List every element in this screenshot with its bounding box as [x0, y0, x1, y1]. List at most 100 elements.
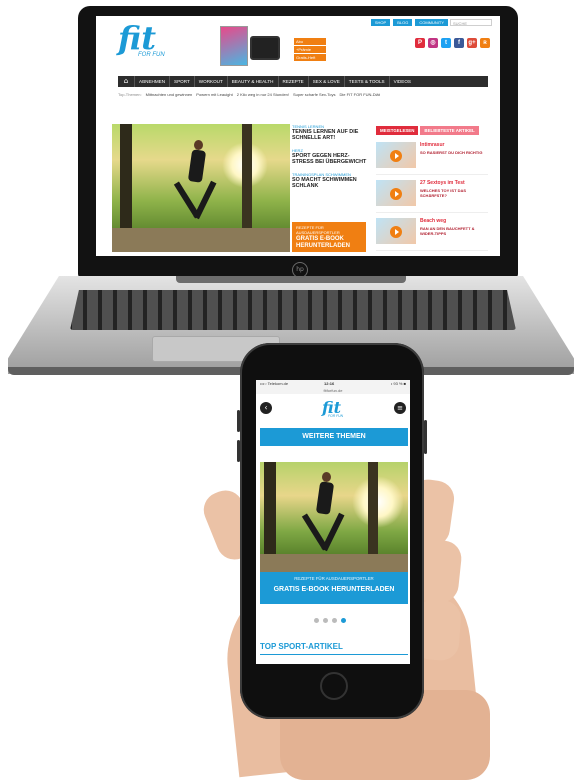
logo-tagline: FOR FUN: [138, 52, 165, 58]
section-divider: [260, 654, 408, 655]
home-icon[interactable]: ⌂: [118, 76, 134, 87]
runner-figure: [187, 149, 207, 183]
pinterest-icon[interactable]: P: [415, 38, 425, 48]
site-logo[interactable]: fit FOR FUN: [118, 22, 188, 62]
topics-label: Top-Themen:: [118, 92, 142, 97]
runner-figure: [321, 512, 345, 552]
nav-item[interactable]: BEAUTY & HEALTH: [226, 76, 278, 87]
article-tab[interactable]: BELIEBTESTE ARTIKEL: [420, 126, 479, 135]
topic-link[interactable]: Powern mit Leauight: [196, 92, 232, 97]
url-bar[interactable]: fitforfun.de: [256, 388, 410, 394]
phone-side-button: [237, 410, 240, 432]
promo-tag: Abo: [294, 38, 326, 45]
runner-figure: [315, 481, 335, 515]
article-title: Beach weg: [420, 218, 447, 224]
carousel-dot[interactable]: [341, 618, 346, 623]
carousel-dot[interactable]: [332, 618, 337, 623]
topic-link[interactable]: Mittnachten und gewinnen: [146, 92, 193, 97]
clock-label: 12:16: [324, 381, 335, 386]
article-thumbnail: [376, 142, 416, 168]
promo-tag: +Prämie: [294, 46, 326, 53]
article-title: 27 Sextoys im Test: [420, 180, 465, 186]
more-topics-button[interactable]: WEITERE THEMEN: [260, 428, 408, 446]
ebook-title: GRATIS E-BOOK HERUNTERLADEN: [296, 236, 350, 249]
nav-item[interactable]: VIDEOS: [388, 76, 415, 87]
nav-item[interactable]: SPORT: [169, 76, 194, 87]
teaser-title: TENNIS LERNEN AUF DIE SCHNELLE ART!: [292, 129, 359, 141]
topic-link[interactable]: Die FIT FOR FUN-Diät: [339, 92, 379, 97]
phone-home-button: [320, 672, 348, 700]
phone-hero-image-runner[interactable]: [260, 462, 408, 574]
hero-image-runner[interactable]: [112, 124, 290, 252]
phone-side-button: [424, 420, 427, 454]
nav-item[interactable]: SEX & LOVE: [307, 76, 344, 87]
article-list: Intimrasur SO RASIERST DU DICH RICHTIG 27 …: [376, 140, 488, 254]
instagram-icon[interactable]: ◎: [428, 38, 438, 48]
battery-label: • 93 % ■: [390, 381, 406, 386]
rss-icon[interactable]: ʀ: [480, 38, 490, 48]
article-subtitle: SO RASIERST DU DICH RICHTIG: [420, 150, 483, 155]
teaser-item[interactable]: TRAININGSPLAN SCHWIMMEN SO MACHT SCHWIMM…: [292, 172, 368, 189]
runner-figure: [322, 472, 331, 482]
article-subtitle: WELCHES TOY IST DAS SCHÄRFSTE?: [420, 188, 467, 198]
runner-figure: [194, 140, 203, 150]
play-icon[interactable]: [390, 188, 402, 200]
play-icon[interactable]: [390, 150, 402, 162]
promo-tag: Gratis-Heft: [294, 54, 326, 61]
topic-link[interactable]: 2 Kilo weg in nur 24 Stunden!: [237, 92, 289, 97]
twitter-icon[interactable]: t: [441, 38, 451, 48]
section-title: TOP SPORT-ARTIKEL: [260, 642, 343, 651]
main-nav: ⌂ ABNEHMEN SPORT WORKOUT BEAUTY & HEALTH REZ…: [118, 76, 488, 87]
nav-item[interactable]: REZEPTE: [277, 76, 308, 87]
article-thumbnail: [376, 180, 416, 206]
status-bar: •••○ Telekom.de 12:16 • 93 % ■: [256, 380, 410, 388]
ebook-subtitle: REZEPTE FÜR AUSDAUERSPORTLER: [294, 576, 374, 581]
teaser-title: SPORT GEGEN HERZ-STRESS BEI ÜBERGEWICHT: [292, 153, 367, 165]
top-link-blog[interactable]: BLOG: [393, 19, 413, 26]
top-link-shop[interactable]: SHOP: [370, 19, 391, 26]
carousel-dots: [314, 618, 346, 623]
tablet-image: [250, 36, 280, 60]
ebook-download-banner[interactable]: REZEPTE FÜR AUSDAUERSPORTLER GRATIS E-BO…: [292, 222, 366, 252]
top-link-community[interactable]: COMMUNITY: [415, 19, 448, 26]
phone-logo-tagline: FOR FUN: [328, 414, 344, 418]
article-tabs: MEISTGELESEN BELIEBTESTE ARTIKEL: [376, 126, 479, 135]
site-search-input[interactable]: SUCHE: [450, 19, 492, 26]
laptop-keyboard: [70, 290, 516, 330]
ebook-title: GRATIS E-BOOK HERUNTERLADEN: [273, 586, 395, 593]
phone-ebook-banner[interactable]: REZEPTE FÜR AUSDAUERSPORTLER GRATIS E-BO…: [260, 572, 408, 604]
teaser-item[interactable]: TENNIS LERNEN TENNIS LERNEN AUF DIE SCHN…: [292, 124, 368, 141]
facebook-icon[interactable]: f: [454, 38, 464, 48]
magazine-cover-image[interactable]: [220, 26, 248, 66]
hamburger-menu-icon[interactable]: ≡: [394, 402, 406, 414]
article-item[interactable]: Beach weg RAN AN DEN BAUCHFETT & WIDER-TI…: [376, 216, 488, 251]
abo-promo[interactable]: Abo +Prämie Gratis-Heft: [294, 38, 326, 62]
article-title: Intimrasur: [420, 142, 445, 148]
carrier-label: •••○ Telekom.de: [260, 381, 289, 386]
park-path: [260, 554, 408, 574]
play-icon[interactable]: [390, 226, 402, 238]
sun-glow: [352, 476, 404, 528]
top-links: SHOP BLOG COMMUNITY: [370, 19, 448, 26]
logo-wordmark: fit: [118, 19, 157, 57]
laptop-screen: SHOP BLOG COMMUNITY SUCHE fit FOR FUN Ab…: [96, 16, 500, 256]
carousel-dot[interactable]: [323, 618, 328, 623]
nav-item[interactable]: TESTS & TOOLS: [343, 76, 389, 87]
phone-screen: •••○ Telekom.de 12:16 • 93 % ■ fitforfun…: [256, 380, 410, 664]
article-item[interactable]: 27 Sextoys im Test WELCHES TOY IST DAS SC…: [376, 178, 488, 213]
nav-item[interactable]: WORKOUT: [193, 76, 227, 87]
google-plus-icon[interactable]: g+: [467, 38, 477, 48]
runner-figure: [193, 180, 217, 220]
topic-link[interactable]: Super scharfe Sex-Toys: [293, 92, 335, 97]
article-thumbnail: [376, 218, 416, 244]
top-topics-bar: Top-Themen: Mittnachten und gewinnen Power…: [118, 92, 380, 97]
back-arrow-icon[interactable]: ‹: [260, 402, 272, 414]
article-subtitle: RAN AN DEN BAUCHFETT & WIDER-TIPPS: [420, 226, 475, 236]
nav-item[interactable]: ABNEHMEN: [134, 76, 169, 87]
article-item[interactable]: Intimrasur SO RASIERST DU DICH RICHTIG: [376, 140, 488, 175]
article-tab[interactable]: MEISTGELESEN: [376, 126, 419, 135]
park-path: [112, 228, 290, 252]
teaser-item[interactable]: HERZ SPORT GEGEN HERZ-STRESS BEI ÜBERGEW…: [292, 148, 368, 165]
teaser-column: TENNIS LERNEN TENNIS LERNEN AUF DIE SCHN…: [292, 124, 368, 196]
carousel-dot[interactable]: [314, 618, 319, 623]
